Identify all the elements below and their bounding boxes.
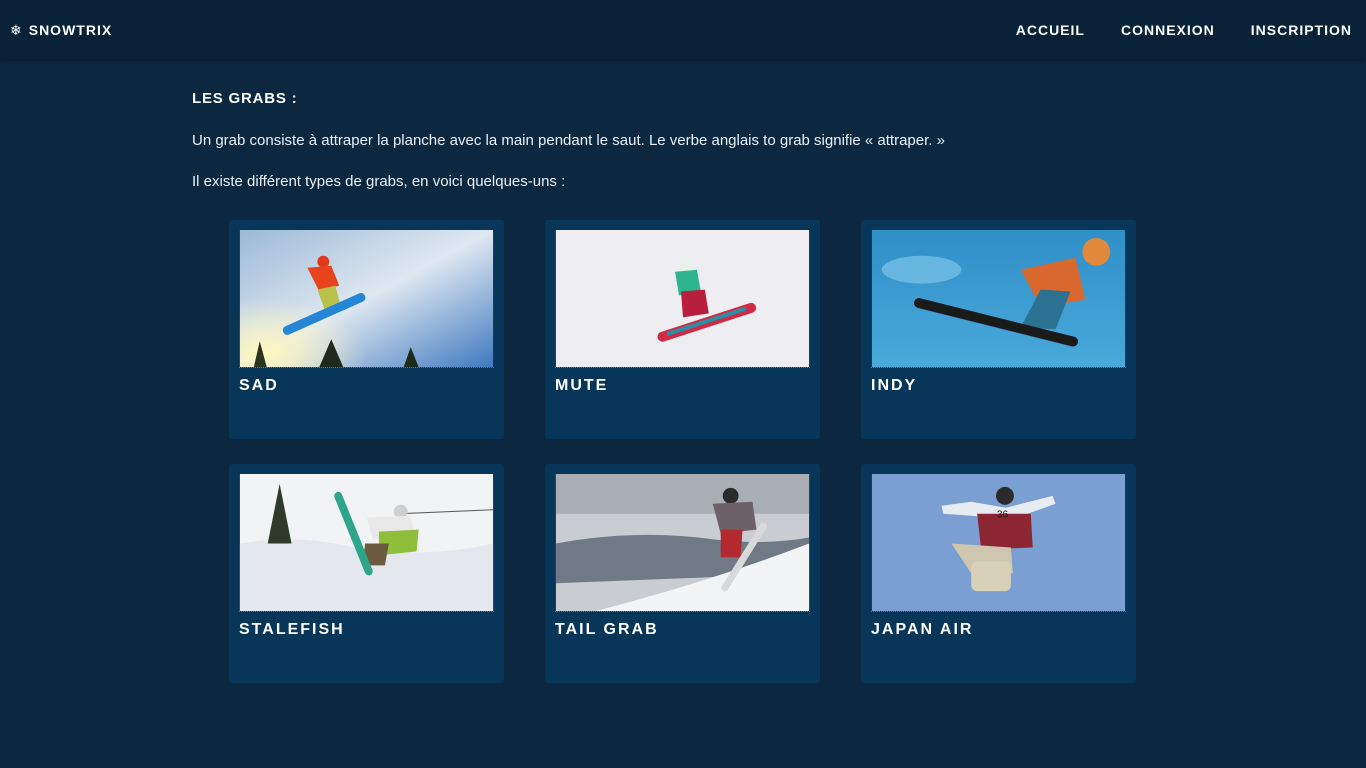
trick-image <box>239 474 494 612</box>
intro-paragraph: Un grab consiste à attraper la planche a… <box>192 132 945 149</box>
svg-text:36: 36 <box>997 510 1009 521</box>
trick-name: MUTE <box>555 377 609 394</box>
brand-logo[interactable]: ❄ SNOWTRIX <box>10 22 112 38</box>
trick-card[interactable]: TAIL GRAB <box>545 464 820 683</box>
section-title: LES GRABS : <box>192 90 298 107</box>
main-content: LES GRABS : Un grab consiste à attraper … <box>192 90 1172 190</box>
trick-card[interactable]: INDY <box>861 220 1136 439</box>
trick-name: SAD <box>239 377 279 394</box>
nav-link-connexion[interactable]: CONNEXION <box>1121 22 1215 38</box>
trick-image: 36 <box>871 474 1126 612</box>
trick-image <box>555 474 810 612</box>
top-navbar: ❄ SNOWTRIX ACCUEIL CONNEXION INSCRIPTION <box>0 0 1366 59</box>
main-nav: ACCUEIL CONNEXION INSCRIPTION <box>1016 22 1352 38</box>
list-intro-paragraph: Il existe différent types de grabs, en v… <box>192 173 566 190</box>
trick-image <box>239 230 494 368</box>
trick-name: INDY <box>871 377 918 394</box>
trick-card[interactable]: 36 JAPAN AIR <box>861 464 1136 683</box>
trick-image <box>871 230 1126 368</box>
trick-card[interactable]: MUTE <box>545 220 820 439</box>
snowflake-icon: ❄ <box>10 21 23 38</box>
brand-name: SNOWTRIX <box>28 21 113 38</box>
trick-name: STALEFISH <box>239 621 345 638</box>
trick-grid: SAD MUTE INDY STALEFISH TAIL GRAB 36 JAP… <box>229 220 1137 683</box>
trick-card[interactable]: STALEFISH <box>229 464 504 683</box>
trick-name: JAPAN AIR <box>871 621 974 638</box>
trick-card[interactable]: SAD <box>229 220 504 439</box>
trick-image <box>555 230 810 368</box>
trick-name: TAIL GRAB <box>555 621 659 638</box>
nav-link-inscription[interactable]: INSCRIPTION <box>1251 22 1352 38</box>
nav-link-accueil[interactable]: ACCUEIL <box>1016 22 1085 38</box>
